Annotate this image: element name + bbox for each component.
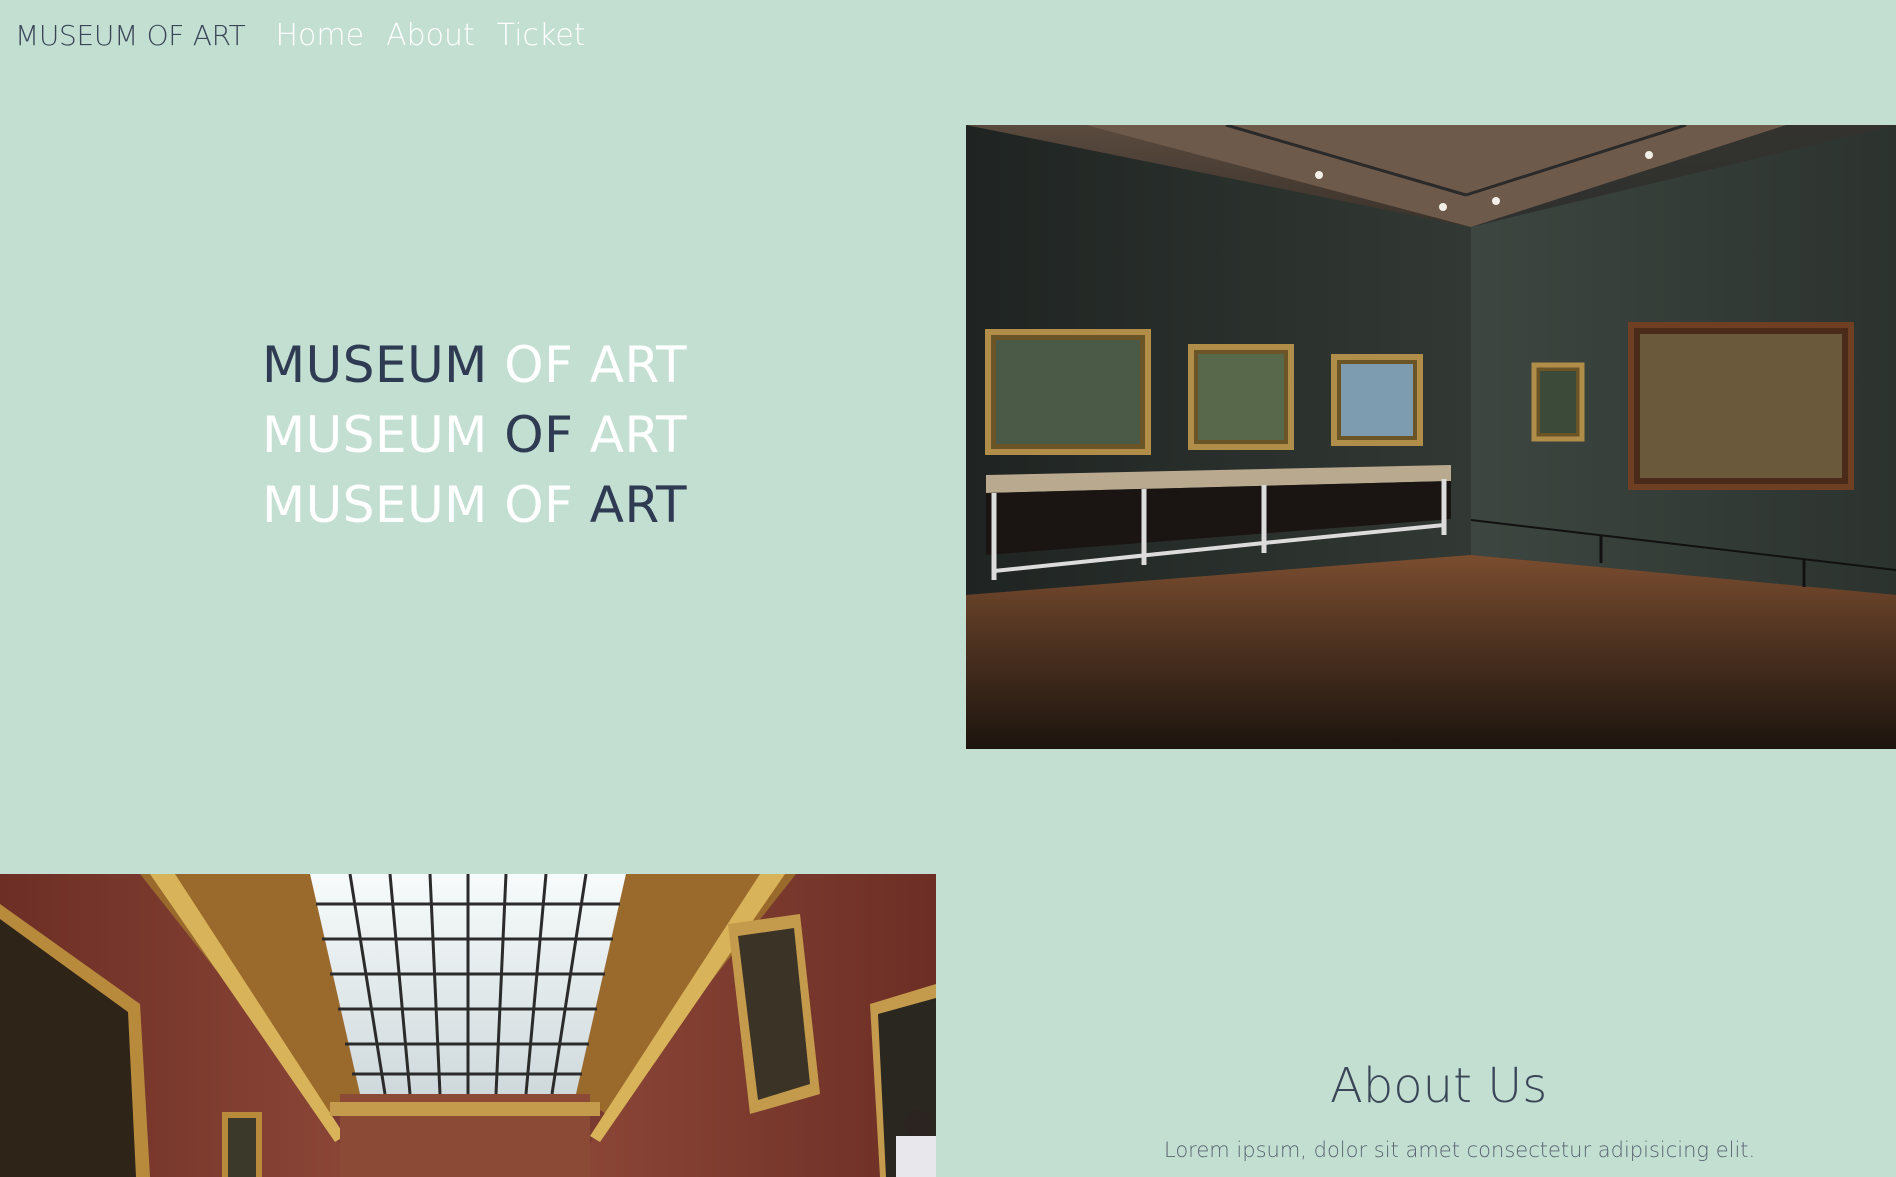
hero-word-art: ART <box>589 336 688 394</box>
hero-line-1: MUSEUM OF ART <box>262 330 687 400</box>
top-nav: MUSEUM OF ART Home About Ticket <box>15 18 586 53</box>
hero-line-2: MUSEUM OF ART <box>262 400 687 470</box>
nav-link-ticket[interactable]: Ticket <box>497 18 586 53</box>
hero-title: MUSEUM OF ART MUSEUM OF ART MUSEUM OF AR… <box>262 330 687 540</box>
hero-word-of: OF <box>504 476 574 534</box>
hero-word-art: ART <box>589 406 688 464</box>
gallery-room-image <box>966 125 1896 749</box>
gallery-room-illustration <box>966 125 1896 749</box>
hero-word-art: ART <box>589 476 688 534</box>
brand-logo[interactable]: MUSEUM OF ART <box>15 19 246 52</box>
hero-line-3: MUSEUM OF ART <box>262 470 687 540</box>
grand-hall-illustration <box>0 874 936 1177</box>
hero-word-of: OF <box>504 406 574 464</box>
grand-hall-image <box>0 874 936 1177</box>
hero-word-museum: MUSEUM <box>262 476 488 534</box>
hero-word-of: OF <box>504 336 574 394</box>
nav-link-about[interactable]: About <box>386 18 475 53</box>
about-text: Lorem ipsum, dolor sit amet consectetur … <box>1164 1138 1756 1162</box>
nav-link-home[interactable]: Home <box>276 18 365 53</box>
hero-word-museum: MUSEUM <box>262 406 488 464</box>
hero-word-museum: MUSEUM <box>262 336 488 394</box>
page: MUSEUM OF ART Home About Ticket MUSEUM O… <box>0 0 1896 1177</box>
about-heading: About Us <box>1330 1058 1548 1114</box>
